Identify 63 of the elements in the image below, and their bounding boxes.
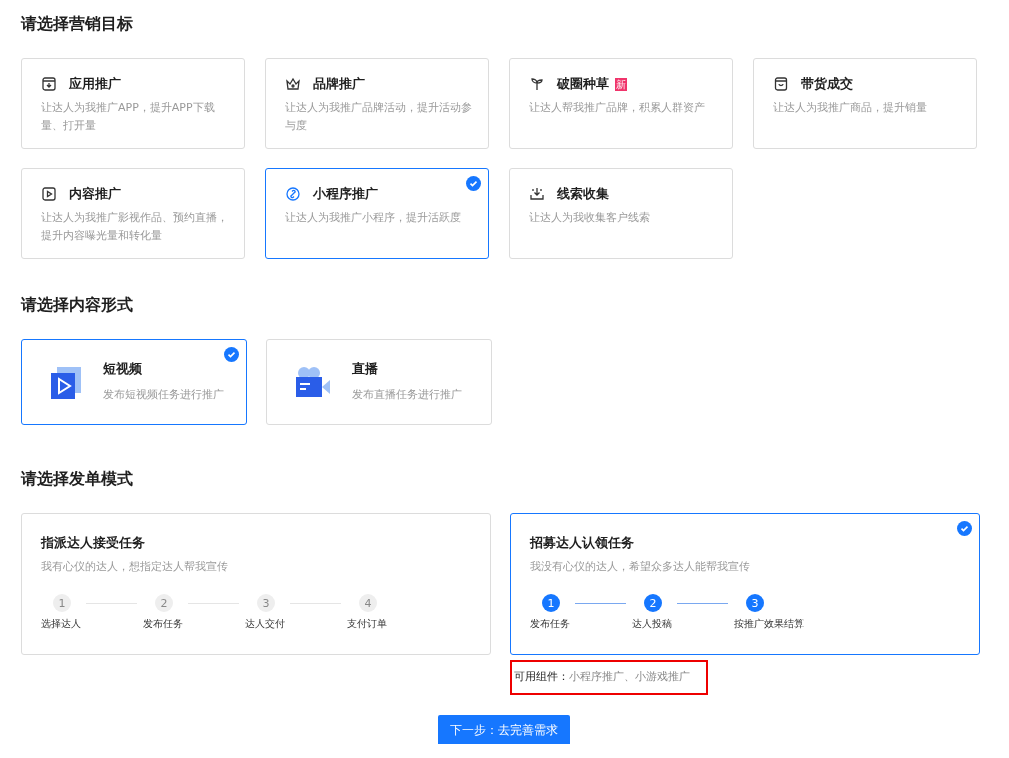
- step-label: 支付订单: [347, 617, 387, 631]
- step-number: 3: [257, 594, 275, 612]
- link-circle-icon: [285, 186, 301, 202]
- option-description: 我没有心仪的达人，希望众多达人能帮我宣传: [530, 559, 751, 575]
- option-title: 直播: [352, 360, 379, 378]
- option-title: 线索收集: [557, 185, 609, 203]
- step-number: 1: [53, 594, 71, 612]
- section-title: 请选择内容形式: [21, 295, 134, 316]
- play-box-icon: [41, 186, 57, 202]
- step-label: 按推广效果结算: [734, 617, 804, 631]
- goal-option-card[interactable]: 破圈种草 新 让达人帮我推广品牌，积累人群资产: [509, 58, 733, 149]
- section-title: 请选择发单模式: [21, 469, 134, 490]
- step-label: 达人投稿: [632, 617, 672, 631]
- step-number: 1: [542, 594, 560, 612]
- option-title: 招募达人认领任务: [530, 534, 635, 552]
- option-title: 内容推广: [69, 185, 121, 203]
- crown-icon: [285, 76, 301, 92]
- goal-option-card[interactable]: 应用推广 让达人为我推广APP，提升APP下载量、打开量: [21, 58, 245, 149]
- option-title: 品牌推广: [313, 75, 365, 93]
- option-title: 破圈种草: [557, 75, 609, 93]
- option-description: 让达人为我推广小程序，提升活跃度: [285, 210, 462, 226]
- option-description: 让达人为我收集客户线索: [529, 210, 651, 226]
- shopping-bag-icon: [773, 76, 789, 92]
- available-label: 可用组件：: [514, 670, 569, 683]
- mode-option-card[interactable]: 指派达人接受任务 我有心仪的达人，想指定达人帮我宣传 1 选择达人 2 发布任务 3 达人交付 4 支付订单: [21, 513, 491, 655]
- option-description: 让达人为我推广商品，提升销量: [773, 100, 928, 116]
- step-number: 2: [644, 594, 662, 612]
- video-camera-icon: [294, 365, 332, 399]
- section-title: 请选择营销目标: [21, 14, 134, 35]
- format-option-card[interactable]: 直播 发布直播任务进行推广: [266, 339, 492, 425]
- option-description: 让达人为我推广品牌活动，提升活动参与度: [285, 100, 473, 134]
- mode-option-card[interactable]: 招募达人认领任务 我没有心仪的达人，希望众多达人能帮我宣传 1 发布任务 2 达人投稿 3 按推广效果结算: [510, 513, 980, 655]
- goal-option-card[interactable]: 小程序推广 让达人为我推广小程序，提升活跃度: [265, 168, 489, 259]
- video-file-icon: [49, 365, 83, 399]
- download-box-icon: [41, 76, 57, 92]
- format-option-card[interactable]: 短视频 发布短视频任务进行推广: [21, 339, 247, 425]
- option-title: 指派达人接受任务: [41, 534, 146, 552]
- step-number: 3: [746, 594, 764, 612]
- next-step-button[interactable]: 下一步：去完善需求: [437, 715, 570, 744]
- option-description: 让达人为我推广APP，提升APP下载量、打开量: [41, 100, 216, 134]
- option-description: 发布直播任务进行推广: [352, 387, 462, 403]
- step-label: 发布任务: [143, 617, 183, 631]
- option-title: 短视频: [103, 360, 143, 378]
- option-title: 应用推广: [69, 75, 121, 93]
- option-title: 小程序推广: [313, 185, 378, 203]
- option-description: 让达人为我推广影视作品、预约直播，提升内容曝光量和转化量: [41, 210, 229, 244]
- option-description: 让达人帮我推广品牌，积累人群资产: [529, 100, 706, 116]
- option-description: 我有心仪的达人，想指定达人帮我宣传: [41, 559, 229, 575]
- step-number: 2: [155, 594, 173, 612]
- step-number: 4: [359, 594, 377, 612]
- tray-download-icon: [529, 186, 545, 202]
- available-value: 小程序推广、小游戏推广: [569, 670, 690, 683]
- step-label: 选择达人: [41, 617, 81, 631]
- step-label: 达人交付: [245, 617, 285, 631]
- option-title: 带货成交: [801, 75, 853, 93]
- goal-option-card[interactable]: 品牌推广 让达人为我推广品牌活动，提升活动参与度: [265, 58, 489, 149]
- step-label: 发布任务: [530, 617, 570, 631]
- goal-option-card[interactable]: 带货成交 让达人为我推广商品，提升销量: [753, 58, 977, 149]
- option-description: 发布短视频任务进行推广: [103, 387, 224, 403]
- sprout-icon: [529, 76, 545, 92]
- goal-option-card[interactable]: 内容推广 让达人为我推广影视作品、预约直播，提升内容曝光量和转化量: [21, 168, 245, 259]
- new-badge: 新: [615, 77, 627, 91]
- goal-option-card[interactable]: 线索收集 让达人为我收集客户线索: [509, 168, 733, 259]
